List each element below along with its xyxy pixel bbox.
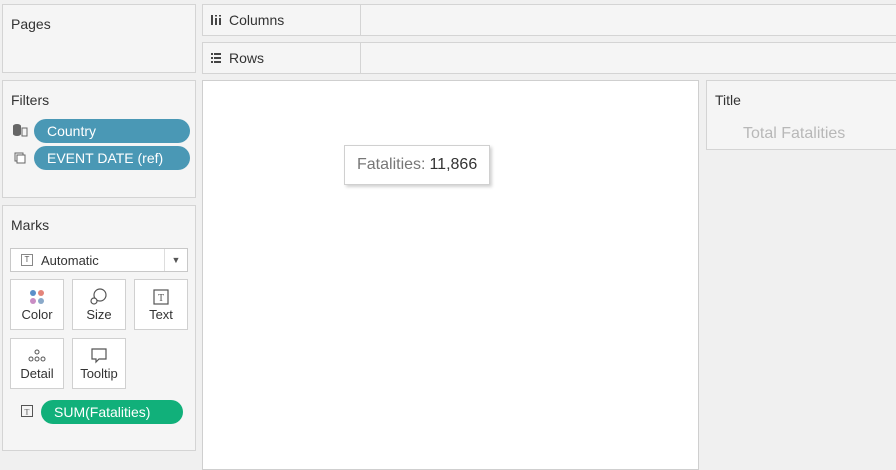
tooltip-popup: Fatalities: 11,866 (344, 145, 491, 185)
filter-pill-event-date-label: EVENT DATE (ref) (47, 150, 164, 166)
color-button[interactable]: Color (10, 279, 64, 330)
detail-icon (11, 348, 63, 364)
filters-card: Filters Country EVENT DATE (ref) (2, 80, 196, 198)
title-card[interactable]: Title Total Fatalities (706, 80, 896, 150)
columns-shelf-label: Columns (203, 5, 361, 35)
title-text: Total Fatalities (743, 125, 846, 142)
tooltip-key: Fatalities: (357, 156, 426, 173)
rows-shelf[interactable]: Rows (202, 42, 896, 74)
color-label: Color (21, 307, 53, 322)
text-icon: T (135, 289, 187, 305)
measure-pill-label: SUM(Fatalities) (54, 404, 151, 420)
detail-label: Detail (20, 366, 54, 381)
text-label: Text (149, 307, 173, 322)
size-button[interactable]: Size (72, 279, 126, 330)
detail-button[interactable]: Detail (10, 338, 64, 389)
svg-text:T: T (25, 408, 30, 417)
pages-card: Pages (2, 4, 196, 73)
color-icon (11, 289, 63, 305)
filters-title: Filters (11, 92, 50, 108)
chevron-down-icon[interactable]: ▼ (164, 249, 187, 271)
title-card-heading: Title (715, 92, 741, 108)
filter-pill-country-label: Country (47, 123, 97, 139)
rows-label: Rows (229, 50, 265, 66)
filter-pill-country[interactable]: Country (34, 119, 190, 143)
rows-icon (209, 52, 223, 64)
mark-type-dropdown[interactable]: T Automatic ▼ (10, 248, 188, 272)
mark-type-value: Automatic (41, 252, 99, 268)
view-canvas[interactable]: Fatalities: 11,866 (202, 80, 699, 470)
measure-pill-sum-fatalities[interactable]: SUM(Fatalities) (41, 400, 183, 424)
text-button[interactable]: T Text (134, 279, 188, 330)
marks-title: Marks (11, 217, 50, 233)
rows-shelf-label: Rows (203, 43, 361, 73)
tooltip-value: 11,866 (429, 156, 478, 173)
size-icon (73, 288, 125, 305)
tooltip-label: Tooltip (80, 366, 118, 381)
size-label: Size (86, 307, 112, 322)
text-encoding-icon: T (21, 405, 33, 420)
tooltip-button[interactable]: Tooltip (72, 338, 126, 389)
pages-title: Pages (11, 16, 51, 32)
svg-text:T: T (158, 293, 164, 304)
text-mark-icon: T (21, 254, 33, 266)
tooltip-icon (73, 348, 125, 364)
copy-filter-icon (14, 152, 26, 167)
filter-pill-event-date[interactable]: EVENT DATE (ref) (34, 146, 190, 170)
columns-icon (209, 14, 223, 26)
database-filter-icon (12, 123, 28, 140)
columns-label: Columns (229, 12, 285, 28)
columns-shelf[interactable]: Columns (202, 4, 896, 36)
